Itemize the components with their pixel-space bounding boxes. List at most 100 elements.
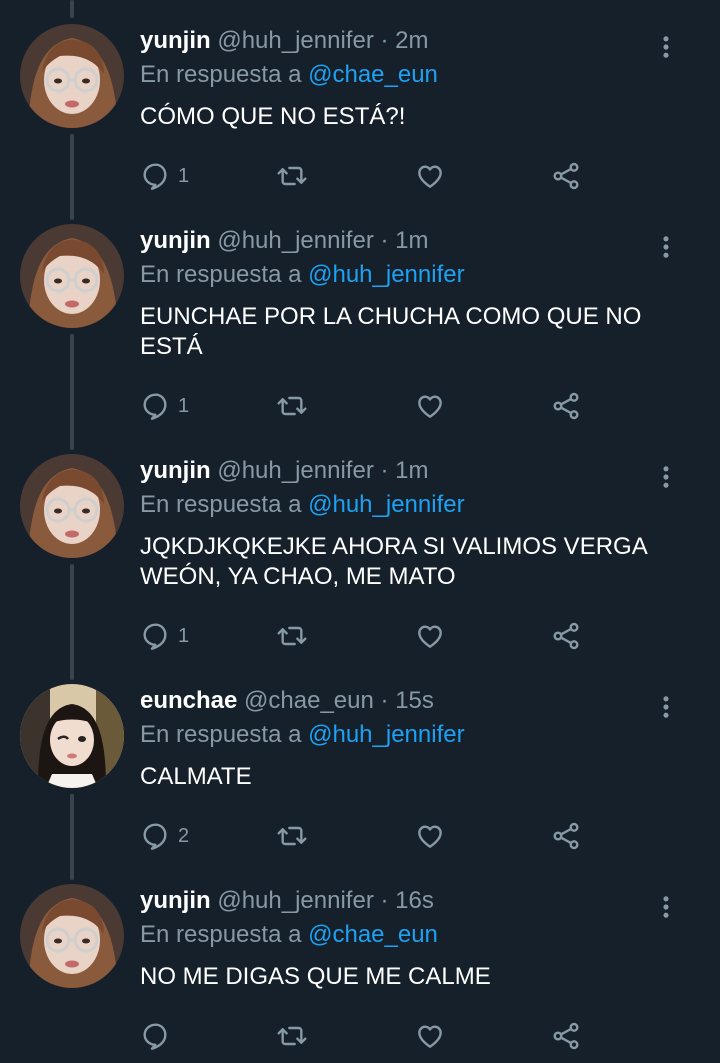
reply-prefix: En respuesta a bbox=[140, 61, 302, 88]
timestamp[interactable]: 15s bbox=[395, 687, 434, 714]
timestamp[interactable]: 1m bbox=[395, 457, 428, 484]
like-button[interactable] bbox=[414, 158, 446, 194]
tweet-text: JQKDJKQKEJKE AHORA SI VALIMOS VERGA WEÓN… bbox=[140, 533, 647, 590]
reply-button[interactable]: 2 bbox=[140, 818, 189, 854]
tweet-actions: 1 bbox=[140, 158, 600, 194]
tweet: eunchae @chae_eun · 15s En respuesta a @h… bbox=[0, 684, 720, 880]
vertical-dots-icon bbox=[663, 36, 669, 58]
reply-mention-link[interactable]: @chae_eun bbox=[308, 921, 438, 948]
reply-prefix: En respuesta a bbox=[140, 261, 302, 288]
speech-bubble-icon bbox=[143, 163, 167, 190]
separator-dot: · bbox=[380, 27, 389, 54]
retweet-arrows-icon bbox=[277, 826, 307, 846]
tweet-header: yunjin @huh_jennifer · 1m bbox=[140, 226, 429, 256]
tweet-actions: 1 bbox=[140, 618, 600, 654]
timestamp[interactable]: 16s bbox=[395, 887, 434, 914]
reply-mention-link[interactable]: @chae_eun bbox=[308, 61, 438, 88]
user-handle[interactable]: @huh_jennifer bbox=[217, 227, 373, 254]
more-options-button[interactable] bbox=[652, 462, 680, 492]
share-nodes-icon bbox=[553, 1022, 579, 1050]
timestamp[interactable]: 2m bbox=[395, 27, 428, 54]
tweet: yunjin @huh_jennifer · 16s En respuesta a… bbox=[0, 884, 720, 1058]
tweet: yunjin @huh_jennifer · 1m En respuesta a … bbox=[0, 224, 720, 450]
display-name[interactable]: yunjin bbox=[140, 457, 211, 484]
share-nodes-icon bbox=[553, 822, 579, 850]
reply-prefix: En respuesta a bbox=[140, 491, 302, 518]
retweet-button[interactable] bbox=[276, 158, 308, 194]
avatar-yunjin[interactable] bbox=[20, 454, 124, 558]
separator-dot: · bbox=[380, 227, 389, 254]
heart-icon bbox=[418, 825, 442, 848]
retweet-button[interactable] bbox=[276, 1018, 308, 1054]
share-nodes-icon bbox=[553, 622, 579, 650]
heart-icon bbox=[418, 625, 442, 648]
retweet-button[interactable] bbox=[276, 388, 308, 424]
tweet-actions: 2 bbox=[140, 818, 600, 854]
timeline: yunjin @huh_jennifer · 2m En respuesta a … bbox=[0, 0, 720, 1063]
reply-button[interactable]: 1 bbox=[140, 388, 189, 424]
user-handle[interactable]: @huh_jennifer bbox=[217, 887, 373, 914]
avatar-yunjin[interactable] bbox=[20, 24, 124, 128]
more-options-button[interactable] bbox=[652, 32, 680, 62]
avatar-yunjin[interactable] bbox=[20, 884, 124, 988]
display-name[interactable]: yunjin bbox=[140, 887, 211, 914]
reply-count: 1 bbox=[178, 394, 190, 417]
vertical-dots-icon bbox=[663, 466, 669, 488]
reply-mention-link[interactable]: @huh_jennifer bbox=[308, 491, 464, 518]
display-name[interactable]: yunjin bbox=[140, 227, 211, 254]
reply-button[interactable]: 1 bbox=[140, 618, 189, 654]
retweet-arrows-icon bbox=[277, 1026, 307, 1046]
share-button[interactable] bbox=[550, 618, 582, 654]
vertical-dots-icon bbox=[663, 696, 669, 718]
share-button[interactable] bbox=[550, 388, 582, 424]
retweet-arrows-icon bbox=[277, 626, 307, 646]
separator-dot: · bbox=[380, 687, 389, 714]
reply-mention-link[interactable]: @huh_jennifer bbox=[308, 721, 464, 748]
thread-line bbox=[70, 0, 74, 18]
tweet-text: NO ME DIGAS QUE ME CALME bbox=[140, 963, 491, 990]
share-nodes-icon bbox=[553, 162, 579, 190]
reply-count: 1 bbox=[178, 164, 190, 187]
reply-mention-link[interactable]: @huh_jennifer bbox=[308, 261, 464, 288]
avatar-yunjin[interactable] bbox=[20, 224, 124, 328]
avatar-eunchae[interactable] bbox=[20, 684, 124, 788]
reply-prefix: En respuesta a bbox=[140, 921, 302, 948]
more-options-button[interactable] bbox=[652, 232, 680, 262]
retweet-button[interactable] bbox=[276, 618, 308, 654]
separator-dot: · bbox=[380, 887, 389, 914]
more-options-button[interactable] bbox=[652, 892, 680, 922]
like-button[interactable] bbox=[414, 818, 446, 854]
share-nodes-icon bbox=[553, 392, 579, 420]
user-handle[interactable]: @huh_jennifer bbox=[217, 457, 373, 484]
retweet-arrows-icon bbox=[277, 396, 307, 416]
more-options-button[interactable] bbox=[652, 692, 680, 722]
reply-context: En respuesta a @huh_jennifer bbox=[140, 720, 465, 750]
thread-line bbox=[70, 794, 74, 880]
reply-context: En respuesta a @chae_eun bbox=[140, 920, 438, 950]
tweet-actions bbox=[140, 1018, 600, 1054]
like-button[interactable] bbox=[414, 1018, 446, 1054]
retweet-button[interactable] bbox=[276, 818, 308, 854]
speech-bubble-icon bbox=[143, 823, 167, 850]
timestamp[interactable]: 1m bbox=[395, 227, 428, 254]
user-handle[interactable]: @huh_jennifer bbox=[217, 27, 373, 54]
vertical-dots-icon bbox=[663, 236, 669, 258]
tweet-text: CÓMO QUE NO ESTÁ?! bbox=[140, 103, 406, 130]
tweet: yunjin @huh_jennifer · 2m En respuesta a … bbox=[0, 0, 720, 220]
share-button[interactable] bbox=[550, 158, 582, 194]
display-name[interactable]: eunchae bbox=[140, 687, 237, 714]
thread-line bbox=[70, 334, 74, 450]
reply-button[interactable]: 1 bbox=[140, 158, 189, 194]
share-button[interactable] bbox=[550, 818, 582, 854]
display-name[interactable]: yunjin bbox=[140, 27, 211, 54]
like-button[interactable] bbox=[414, 618, 446, 654]
reply-context: En respuesta a @huh_jennifer bbox=[140, 490, 465, 520]
speech-bubble-icon bbox=[143, 623, 167, 650]
tweet-actions: 1 bbox=[140, 388, 600, 424]
like-button[interactable] bbox=[414, 388, 446, 424]
user-handle[interactable]: @chae_eun bbox=[244, 687, 374, 714]
tweet: yunjin @huh_jennifer · 1m En respuesta a … bbox=[0, 454, 720, 680]
share-button[interactable] bbox=[550, 1018, 582, 1054]
reply-button[interactable] bbox=[140, 1018, 172, 1054]
tweet-text: EUNCHAE POR LA CHUCHA COMO QUE NO ESTÁ bbox=[140, 303, 642, 360]
